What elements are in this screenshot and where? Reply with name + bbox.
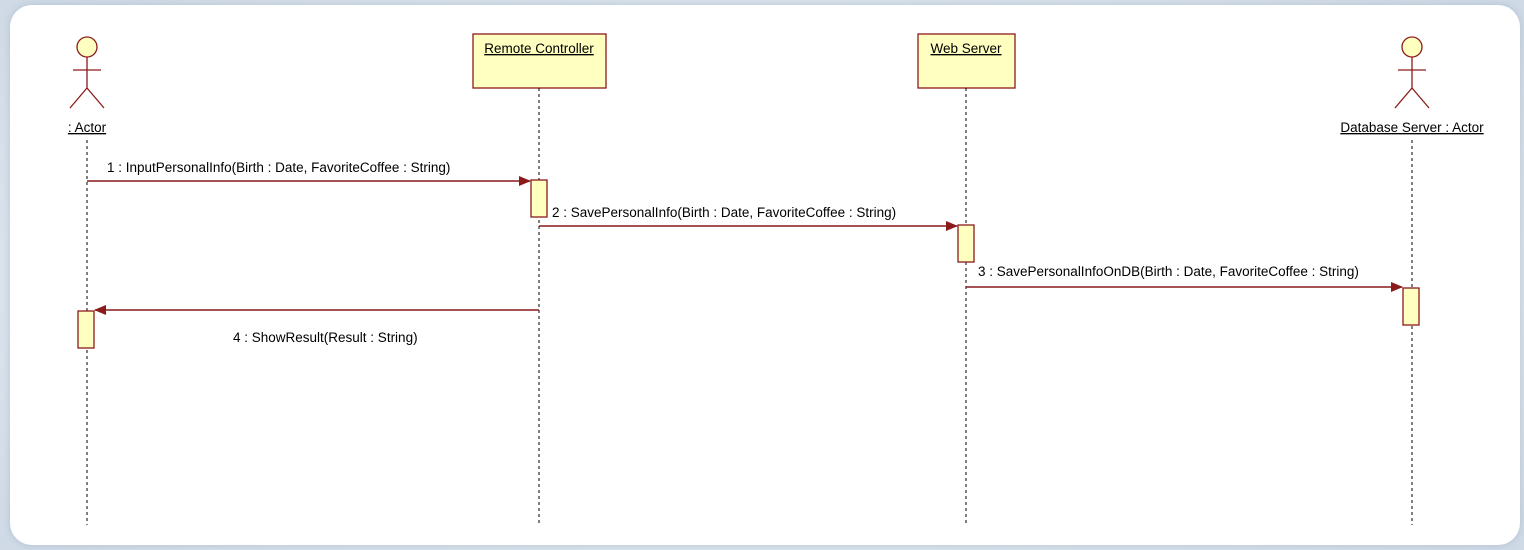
- sequence-diagram: : Actor Remote Controller Web Server Dat…: [68, 33, 1484, 525]
- message-label-2: 2 : SavePersonalInfo(Birth : Date, Favor…: [552, 205, 896, 220]
- message-1: 1 : InputPersonalInfo(Birth : Date, Favo…: [87, 160, 531, 186]
- database-actor-figure-icon: [1394, 36, 1430, 109]
- background-frame: : Actor Remote Controller Web Server Dat…: [0, 0, 1524, 550]
- diagram-canvas: : Actor Remote Controller Web Server Dat…: [10, 5, 1520, 545]
- participant-label-web-server: Web Server: [930, 41, 1002, 56]
- actor-figure-icon: [69, 36, 105, 109]
- participant-label-remote-controller: Remote Controller: [484, 41, 594, 56]
- activation-database-server: [1402, 287, 1420, 326]
- participant-actor: : Actor: [68, 36, 107, 525]
- message-3: 3 : SavePersonalInfoOnDB(Birth : Date, F…: [966, 264, 1403, 292]
- message-label-3: 3 : SavePersonalInfoOnDB(Birth : Date, F…: [978, 264, 1359, 279]
- participant-remote-controller: Remote Controller: [472, 33, 607, 525]
- participant-label-database-server: Database Server : Actor: [1340, 120, 1484, 135]
- message-4: 4 : ShowResult(Result : String): [94, 305, 539, 345]
- message-label-1: 1 : InputPersonalInfo(Birth : Date, Favo…: [107, 160, 450, 175]
- message-label-4: 4 : ShowResult(Result : String): [233, 330, 418, 345]
- participant-web-server: Web Server: [917, 33, 1016, 525]
- activation-web-server: [957, 224, 975, 263]
- activation-actor: [77, 310, 95, 349]
- participant-label-actor: : Actor: [68, 120, 107, 135]
- participant-database-server: Database Server : Actor: [1340, 36, 1484, 525]
- message-2: 2 : SavePersonalInfo(Birth : Date, Favor…: [539, 205, 958, 231]
- activation-remote-controller: [530, 179, 548, 218]
